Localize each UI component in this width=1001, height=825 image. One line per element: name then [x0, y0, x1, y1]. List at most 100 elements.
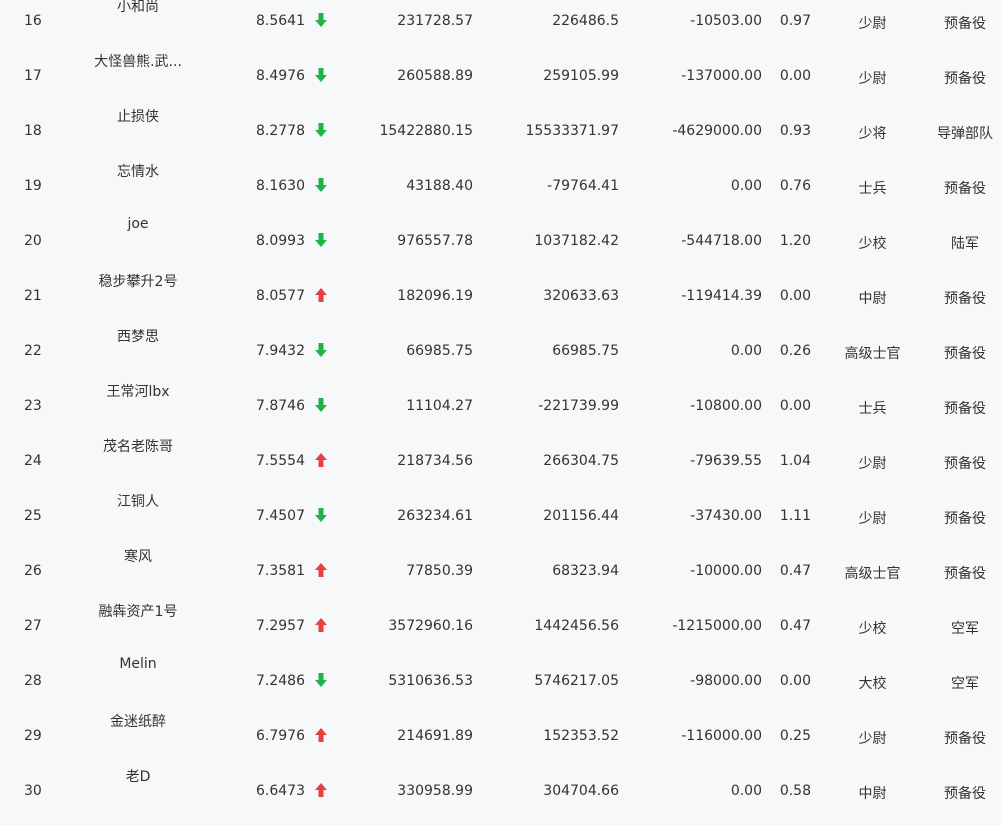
trader-name[interactable]: 王常河lbx	[60, 381, 216, 401]
value-cell-3: -119414.39	[681, 288, 762, 304]
table-row[interactable]: 28 Melin 7.2486 5310636.53 5746217.05 -98000.…	[0, 656, 1001, 715]
rank-cell: 24	[24, 453, 42, 469]
table-row[interactable]: 26 寒风 7.3581 77850.39 68323.94 -10000.00 0.47 高…	[0, 549, 1001, 605]
arrow-up-icon	[314, 287, 328, 303]
value-cell-3: -10800.00	[690, 398, 762, 414]
score-cell: 7.3581	[256, 563, 305, 579]
trader-name[interactable]: 融犇资产1号	[60, 601, 216, 621]
trader-name[interactable]: joe	[60, 216, 216, 232]
ratio-cell: 0.25	[779, 728, 811, 744]
trader-name[interactable]: 止损侠	[60, 106, 216, 126]
value-cell-2: -79764.41	[547, 178, 619, 194]
table-row[interactable]: 30 老D 6.6473 330958.99 304704.66 0.00 0.58 中尉 预备…	[0, 769, 1001, 825]
military-rank: 士兵	[858, 401, 887, 417]
rank-cell: 26	[24, 563, 42, 579]
trader-name[interactable]: 江铜人	[60, 491, 216, 511]
value-cell-1: 214691.89	[397, 728, 473, 744]
trader-name[interactable]: 大怪兽熊.武...	[60, 51, 216, 71]
trader-name[interactable]: 茂名老陈哥	[60, 436, 216, 456]
trader-name[interactable]: 金迷纸醉	[60, 711, 216, 731]
value-cell-3: 0.00	[730, 343, 762, 359]
unit-cell: 预备役	[944, 511, 986, 527]
value-cell-2: 266304.75	[543, 453, 619, 469]
unit-cell: 陆军	[951, 236, 979, 252]
value-cell-3: -79639.55	[690, 453, 762, 469]
arrow-up-icon	[314, 562, 328, 578]
table-row[interactable]: 20 joe 8.0993 976557.78 1037182.42 -544718.00…	[0, 216, 1001, 275]
score-cell: 6.7976	[256, 728, 305, 744]
ratio-cell: 0.97	[779, 13, 811, 29]
score-cell: 8.4976	[256, 68, 305, 84]
table-row[interactable]: 25 江铜人 7.4507 263234.61 201156.44 -37430.00 1.…	[0, 494, 1001, 550]
ratio-cell: 1.11	[779, 508, 811, 524]
trader-name[interactable]: 忘情水	[60, 161, 216, 181]
value-cell-3: 0.00	[730, 783, 762, 799]
trader-name[interactable]: 小和尚	[60, 0, 216, 16]
score-cell: 7.2957	[256, 618, 305, 634]
value-cell-1: 263234.61	[397, 508, 473, 524]
unit-cell: 预备役	[944, 346, 986, 362]
value-cell-2: 226486.5	[552, 13, 619, 29]
unit-cell: 导弹部队	[937, 126, 993, 142]
table-row[interactable]: 21 稳步攀升2号 8.0577 182096.19 320633.63 -119414.…	[0, 274, 1001, 330]
trader-name[interactable]: Melin	[60, 656, 216, 672]
value-cell-3: -37430.00	[690, 508, 762, 524]
trader-name[interactable]: 西梦思	[60, 326, 216, 346]
score-cell: 6.6473	[256, 783, 305, 799]
arrow-down-icon	[314, 507, 328, 523]
value-cell-1: 231728.57	[397, 13, 473, 29]
rank-cell: 20	[24, 233, 42, 249]
value-cell-3: -98000.00	[690, 673, 762, 689]
table-row[interactable]: 27 融犇资产1号 7.2957 3572960.16 1442456.56 -12150…	[0, 604, 1001, 660]
unit-cell: 空军	[951, 621, 979, 637]
arrow-up-icon	[314, 782, 328, 798]
military-rank: 少尉	[858, 16, 887, 32]
rank-cell: 27	[24, 618, 42, 634]
rank-cell: 19	[24, 178, 42, 194]
unit-cell: 空军	[951, 676, 979, 692]
arrow-down-icon	[314, 672, 328, 688]
arrow-up-icon	[314, 617, 328, 633]
unit-cell: 预备役	[944, 16, 986, 32]
rank-cell: 25	[24, 508, 42, 524]
value-cell-3: -116000.00	[681, 728, 762, 744]
value-cell-2: 304704.66	[543, 783, 619, 799]
score-cell: 7.8746	[256, 398, 305, 414]
arrow-down-icon	[314, 342, 328, 358]
military-rank: 少尉	[858, 731, 887, 747]
military-rank: 中尉	[858, 786, 887, 802]
military-rank: 士兵	[858, 181, 887, 197]
rank-cell: 23	[24, 398, 42, 414]
table-row[interactable]: 17 大怪兽熊.武... 8.4976 260588.89 259105.99 -1370…	[0, 54, 1001, 110]
value-cell-2: 1442456.56	[534, 618, 619, 634]
arrow-up-icon	[314, 452, 328, 468]
ratio-cell: 0.47	[779, 563, 811, 579]
military-rank: 少校	[858, 236, 887, 252]
trader-name[interactable]: 寒风	[60, 546, 216, 566]
score-cell: 8.1630	[256, 178, 305, 194]
table-row[interactable]: 24 茂名老陈哥 7.5554 218734.56 266304.75 -79639.55…	[0, 439, 1001, 495]
unit-cell: 预备役	[944, 566, 986, 582]
trader-name[interactable]: 稳步攀升2号	[60, 271, 216, 291]
table-row[interactable]: 16 小和尚 8.5641 231728.57 226486.5 -10503.00 0.9…	[0, 0, 1001, 55]
rank-cell: 22	[24, 343, 42, 359]
score-cell: 7.9432	[256, 343, 305, 359]
table-row[interactable]: 29 金迷纸醉 6.7976 214691.89 152353.52 -116000.00…	[0, 714, 1001, 770]
ratio-cell: 0.00	[779, 288, 811, 304]
value-cell-1: 11104.27	[406, 398, 473, 414]
value-cell-3: -4629000.00	[672, 123, 762, 139]
table-row[interactable]: 23 王常河lbx 7.8746 11104.27 -221739.99 -10800.0…	[0, 384, 1001, 440]
unit-cell: 预备役	[944, 731, 986, 747]
table-row[interactable]: 18 止损侠 8.2778 15422880.15 15533371.97 -462900…	[0, 109, 1001, 165]
unit-cell: 预备役	[944, 181, 986, 197]
value-cell-1: 218734.56	[397, 453, 473, 469]
value-cell-1: 77850.39	[406, 563, 473, 579]
value-cell-1: 5310636.53	[388, 673, 473, 689]
table-row[interactable]: 22 西梦思 7.9432 66985.75 66985.75 0.00 0.26 高级士官 预…	[0, 329, 1001, 385]
trader-name[interactable]: 老D	[60, 766, 216, 786]
value-cell-1: 182096.19	[397, 288, 473, 304]
military-rank: 高级士官	[844, 566, 901, 582]
value-cell-1: 66985.75	[406, 343, 473, 359]
table-row[interactable]: 19 忘情水 8.1630 43188.40 -79764.41 0.00 0.76 士兵 预备…	[0, 164, 1001, 220]
value-cell-3: -137000.00	[681, 68, 762, 84]
